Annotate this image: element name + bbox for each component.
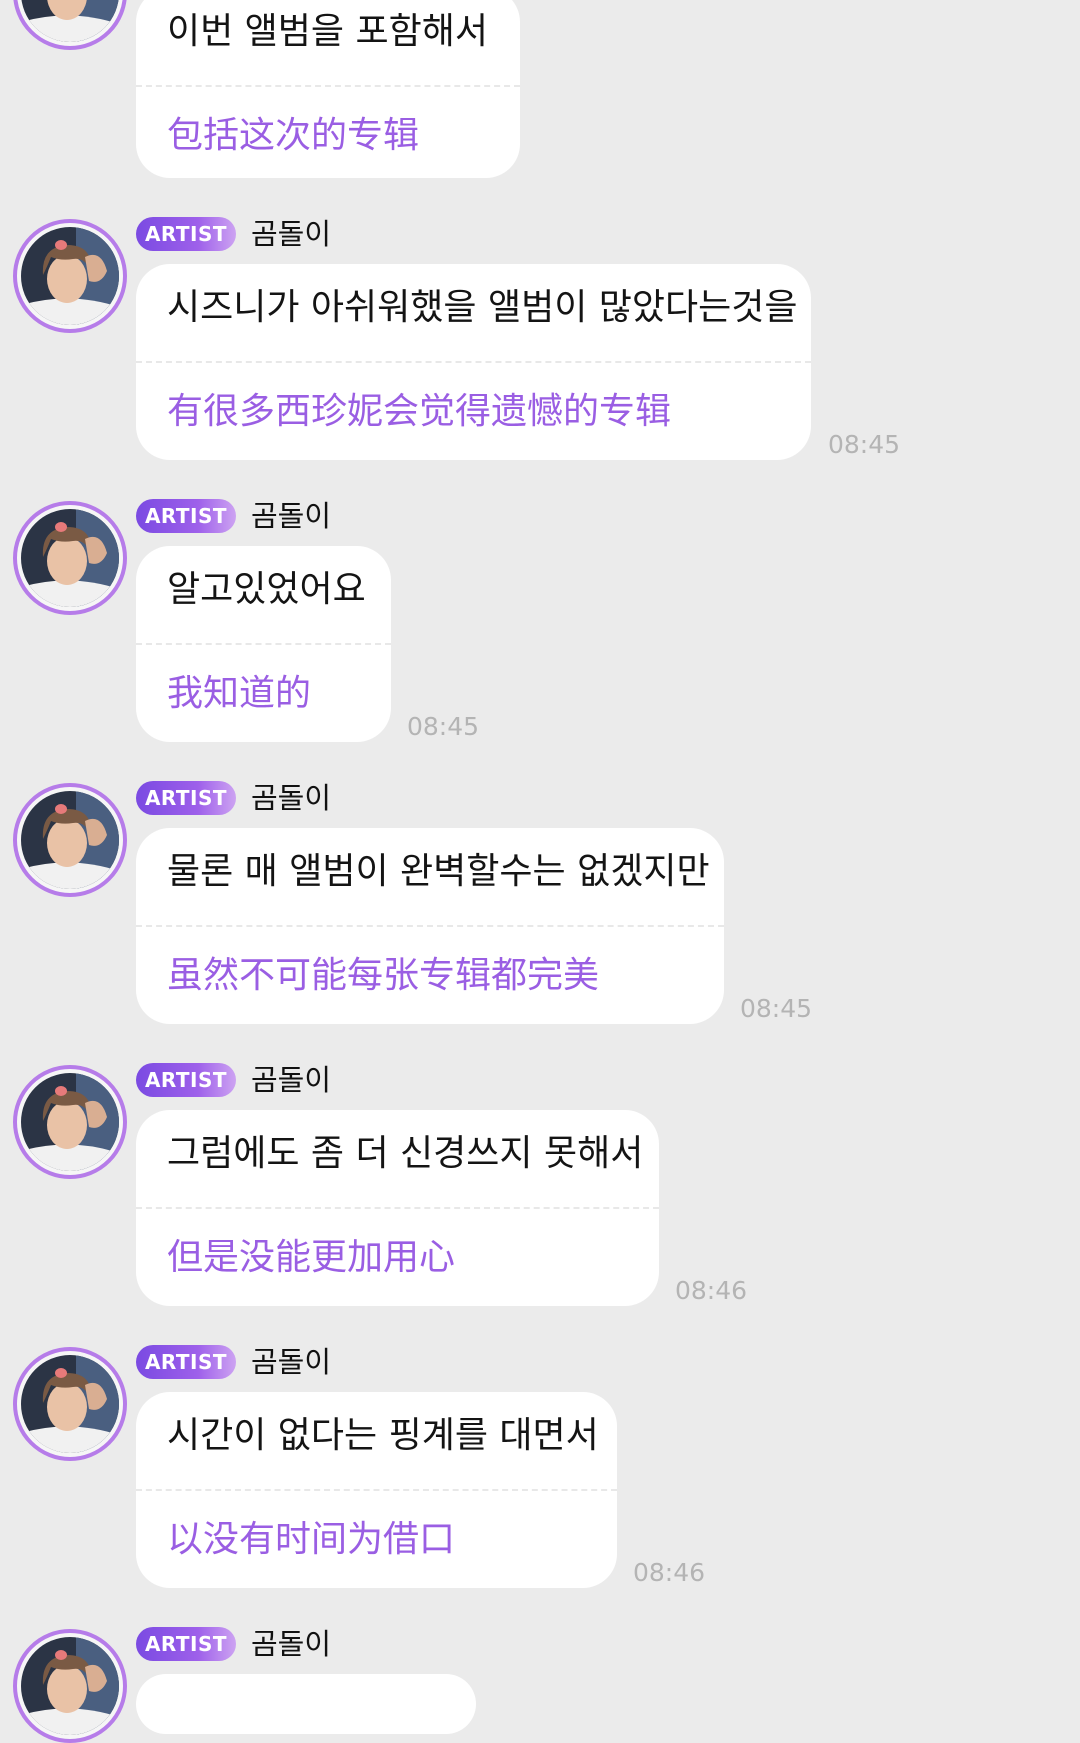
message-timestamp: 08:45 [740, 994, 813, 1023]
avatar-photo [21, 227, 119, 325]
message-bubble[interactable]: 물론 매 앨범이 완벽할수는 없겠지만 虽然不可能每张专辑都完美 [136, 828, 724, 1024]
avatar-photo [21, 1073, 119, 1171]
message-timestamp: 08:46 [633, 1558, 706, 1587]
artist-badge: ARTIST [136, 217, 236, 251]
artist-badge: ARTIST [136, 499, 236, 533]
korean-message-text: 그럼에도 좀 더 신경쓰지 못해서 [167, 1133, 644, 1174]
message-bubble[interactable]: 이번 앨범을 포함해서 包括这次的专辑 [136, 0, 520, 178]
artist-avatar[interactable] [13, 783, 127, 897]
sender-name[interactable]: 곰돌이 [251, 496, 331, 536]
chat-thread[interactable]: 이번 앨범을 포함해서 包括这次的专辑 ARTIST 곰돌이 시즈니가 아쉬워했… [0, 0, 1080, 1743]
chinese-translation-text: 我知道的 [167, 673, 312, 714]
artist-badge: ARTIST [136, 1345, 236, 1379]
avatar-photo [21, 1355, 119, 1453]
avatar-photo [21, 509, 119, 607]
message-bubble[interactable]: 그럼에도 좀 더 신경쓰지 못해서 但是没能更加用心 [136, 1110, 659, 1306]
artist-avatar[interactable] [13, 501, 127, 615]
avatar-photo [21, 791, 119, 889]
artist-badge: ARTIST [136, 1063, 236, 1097]
message-bubble[interactable]: 시즈니가 아쉬워했을 앨범이 많았다는것을 有很多西珍妮会觉得遗憾的专辑 [136, 264, 811, 460]
message-bubble[interactable] [136, 1674, 476, 1734]
sender-name[interactable]: 곰돌이 [251, 778, 331, 818]
translation-divider [136, 925, 724, 927]
artist-avatar[interactable] [13, 1065, 127, 1179]
translation-divider [136, 1489, 617, 1491]
chinese-translation-text: 有很多西珍妮会觉得遗憾的专辑 [167, 391, 672, 432]
chinese-translation-text: 以没有时间为借口 [167, 1519, 456, 1560]
sender-name[interactable]: 곰돌이 [251, 1624, 331, 1664]
translation-divider [136, 361, 811, 363]
korean-message-text: 시간이 없다는 핑계를 대면서 [167, 1415, 599, 1456]
avatar-photo [21, 0, 119, 42]
sender-name[interactable]: 곰돌이 [251, 214, 331, 254]
translation-divider [136, 1207, 659, 1209]
artist-avatar[interactable] [13, 1629, 127, 1743]
sender-name[interactable]: 곰돌이 [251, 1342, 331, 1382]
korean-message-text: 이번 앨범을 포함해서 [167, 11, 488, 52]
artist-avatar[interactable] [13, 219, 127, 333]
avatar-photo [21, 1637, 119, 1735]
message-bubble[interactable]: 알고있었어요 我知道的 [136, 546, 391, 742]
korean-message-text: 시즈니가 아쉬워했을 앨범이 많았다는것을 [167, 287, 798, 328]
chinese-translation-text: 虽然不可能每张专辑都完美 [167, 955, 600, 996]
artist-avatar[interactable] [13, 1347, 127, 1461]
korean-message-text: 물론 매 앨범이 완벽할수는 없겠지만 [167, 851, 710, 892]
chinese-translation-text: 包括这次的专辑 [167, 115, 420, 156]
message-timestamp: 08:46 [675, 1276, 748, 1305]
artist-avatar[interactable] [13, 0, 127, 50]
message-bubble[interactable]: 시간이 없다는 핑계를 대면서 以没有时间为借口 [136, 1392, 617, 1588]
sender-name[interactable]: 곰돌이 [251, 1060, 331, 1100]
translation-divider [136, 85, 520, 87]
artist-badge: ARTIST [136, 1627, 236, 1661]
message-timestamp: 08:45 [828, 430, 901, 459]
korean-message-text: 알고있었어요 [167, 569, 366, 610]
artist-badge: ARTIST [136, 781, 236, 815]
translation-divider [136, 643, 391, 645]
chinese-translation-text: 但是没能更加用心 [167, 1237, 456, 1278]
message-timestamp: 08:45 [407, 712, 480, 741]
